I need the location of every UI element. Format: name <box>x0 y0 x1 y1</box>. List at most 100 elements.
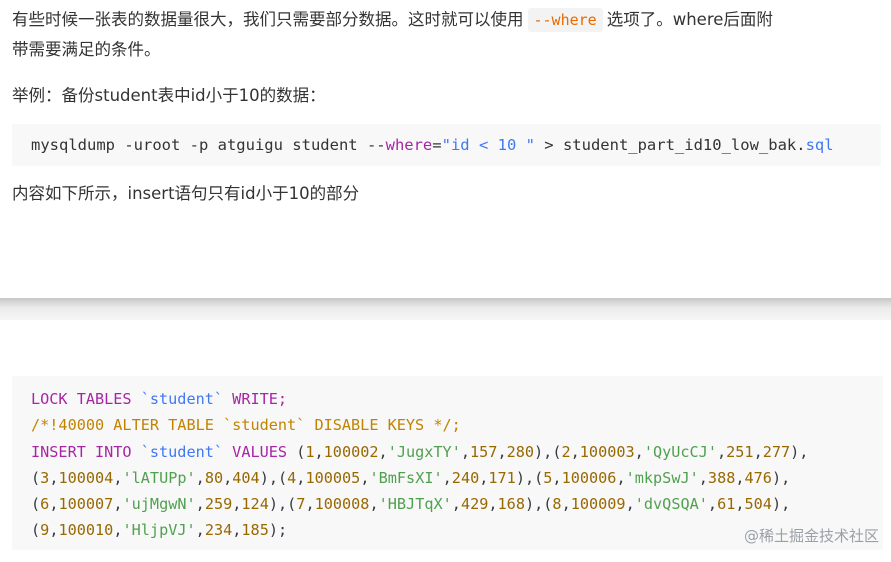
sql-keyword: VALUES <box>223 442 297 461</box>
sql-line-3: INSERT INTO `student` VALUES (1,100002,'… <box>31 443 808 461</box>
sql-number: 80 <box>204 468 224 487</box>
sql-number: 504 <box>744 495 772 514</box>
sql-string: 'HBJTqX' <box>378 495 452 514</box>
sql-number: 171 <box>488 468 516 487</box>
sql-punct: , <box>195 521 205 540</box>
sql-punct: , <box>488 495 498 514</box>
sql-identifier: `student` <box>140 390 224 408</box>
sql-line-6: (9,100010,'HljpVJ',234,185); <box>31 521 287 539</box>
sql-punct: , <box>735 495 745 514</box>
sql-punct: , <box>378 442 388 461</box>
sql-code-block: LOCK TABLES `student` WRITE; /*!40000 AL… <box>12 376 883 550</box>
cmd-extension: sql <box>805 136 834 154</box>
sql-number: 404 <box>232 468 260 487</box>
sql-punct: , <box>460 442 470 461</box>
sql-punct: , <box>616 468 626 487</box>
cmd-text: > student_part_id10_low_bak. <box>534 136 806 154</box>
sql-punct: ( <box>31 521 41 540</box>
sql-number: 61 <box>717 495 736 514</box>
sql-number: 3 <box>40 468 50 487</box>
sql-number: 157 <box>470 442 498 461</box>
sql-punct: ),( <box>515 468 544 487</box>
sql-number: 280 <box>506 442 535 461</box>
sql-punct: , <box>753 442 763 461</box>
sql-punct: , <box>552 468 562 487</box>
paragraph-after-command: 内容如下所示，insert语句只有id小于10的部分 <box>12 184 360 203</box>
sql-identifier: `student` <box>140 442 224 461</box>
sql-number: 100007 <box>58 495 114 514</box>
sql-number: 9 <box>40 521 50 540</box>
sql-punct: ), <box>790 442 809 461</box>
sql-punct: ( <box>296 442 306 461</box>
sql-punct: , <box>113 495 123 514</box>
sql-line-2: /*!40000 ALTER TABLE `student` DISABLE K… <box>31 416 461 435</box>
sql-punct: , <box>369 495 379 514</box>
sql-keyword: INSERT INTO <box>31 442 141 461</box>
sql-punct: , <box>314 442 324 461</box>
sql-number: 429 <box>460 495 489 514</box>
sql-number: 8 <box>552 495 562 514</box>
sql-line-1: LOCK TABLES `student` WRITE; <box>31 390 287 408</box>
sql-punct: , <box>698 468 708 487</box>
sql-keyword: LOCK TABLES <box>31 390 141 408</box>
sql-punct: , <box>195 495 205 514</box>
sql-number: 100004 <box>58 468 114 487</box>
sql-punct: , <box>223 468 233 487</box>
sql-punct: , <box>561 495 571 514</box>
sql-string: 'QyUcCJ' <box>643 442 717 461</box>
paragraph-text: 选项了。where后面附 <box>606 10 773 29</box>
sql-number: 100009 <box>570 495 626 514</box>
sql-keyword: WRITE; <box>223 390 288 408</box>
sql-string: 'HljpVJ' <box>122 521 196 540</box>
paragraph-text: 有些时候一张表的数据量很大，我们只需要部分数据。这时就可以使用 <box>12 10 524 29</box>
section-separator <box>0 298 891 320</box>
inline-code-where: --where <box>527 8 603 32</box>
sql-punct: ); <box>268 521 288 540</box>
sql-punct: ), <box>771 468 791 487</box>
sql-number: 240 <box>451 468 480 487</box>
paragraph-where-intro: 有些时候一张表的数据量很大，我们只需要部分数据。这时就可以使用 --where 选项… <box>12 6 773 34</box>
sql-line-4: (3,100004,'lATUPp',80,404),(4,100005,'Bm… <box>31 469 790 487</box>
sql-punct: ),( <box>259 468 288 487</box>
sql-punct: , <box>707 495 718 514</box>
cmd-string: "id < 10 " <box>441 136 535 154</box>
sql-punct: ),( <box>268 495 297 514</box>
sql-number: 277 <box>762 442 791 461</box>
sql-punct: , <box>305 495 315 514</box>
sql-punct: , <box>716 442 727 461</box>
sql-punct: , <box>634 442 644 461</box>
sql-punct: , <box>442 468 452 487</box>
sql-string: 'BmFsXI' <box>369 468 443 487</box>
sql-string: 'mkpSwJ' <box>625 468 699 487</box>
sql-number: 1 <box>305 442 315 461</box>
article-top-section: 有些时候一张表的数据量很大，我们只需要部分数据。这时就可以使用 --where 选项… <box>0 0 891 298</box>
sql-number: 124 <box>241 495 269 514</box>
command-code-block: mysqldump -uroot -p atguigu student --wh… <box>12 124 881 166</box>
sql-number: 4 <box>287 468 297 487</box>
cmd-equals: = <box>432 136 442 154</box>
sql-line-5: (6,100007,'ujMgwN',259,124),(7,100008,'H… <box>31 495 790 513</box>
sql-number: 100005 <box>305 468 361 487</box>
sql-punct: ( <box>31 495 41 514</box>
sql-values: (1,100002,'JugxTY',157,280),(2,100003,'Q… <box>296 443 808 461</box>
sql-number: 234 <box>204 521 233 540</box>
sql-number: 168 <box>497 495 525 514</box>
sql-string: 'dvQSQA' <box>634 495 708 514</box>
sql-number: 100006 <box>561 468 617 487</box>
sql-number: 476 <box>744 468 772 487</box>
sql-number: 251 <box>726 442 754 461</box>
sql-number: 185 <box>241 521 269 540</box>
example-label: 举例：备份student表中id小于10的数据： <box>12 86 326 105</box>
sql-number: 2 <box>561 442 571 461</box>
sql-punct: ), <box>771 495 791 514</box>
sql-number: 388 <box>707 468 736 487</box>
sql-string: 'ujMgwN' <box>122 495 196 514</box>
sql-number: 100003 <box>579 442 635 461</box>
sql-punct: , <box>195 468 205 487</box>
cmd-keyword-where: where <box>385 136 433 154</box>
sql-punct: , <box>625 495 635 514</box>
paragraph-where-intro-continued: 带需要满足的条件。 <box>12 40 161 59</box>
sql-punct: , <box>570 442 580 461</box>
sql-punct: , <box>735 468 745 487</box>
sql-punct: ),( <box>524 495 553 514</box>
